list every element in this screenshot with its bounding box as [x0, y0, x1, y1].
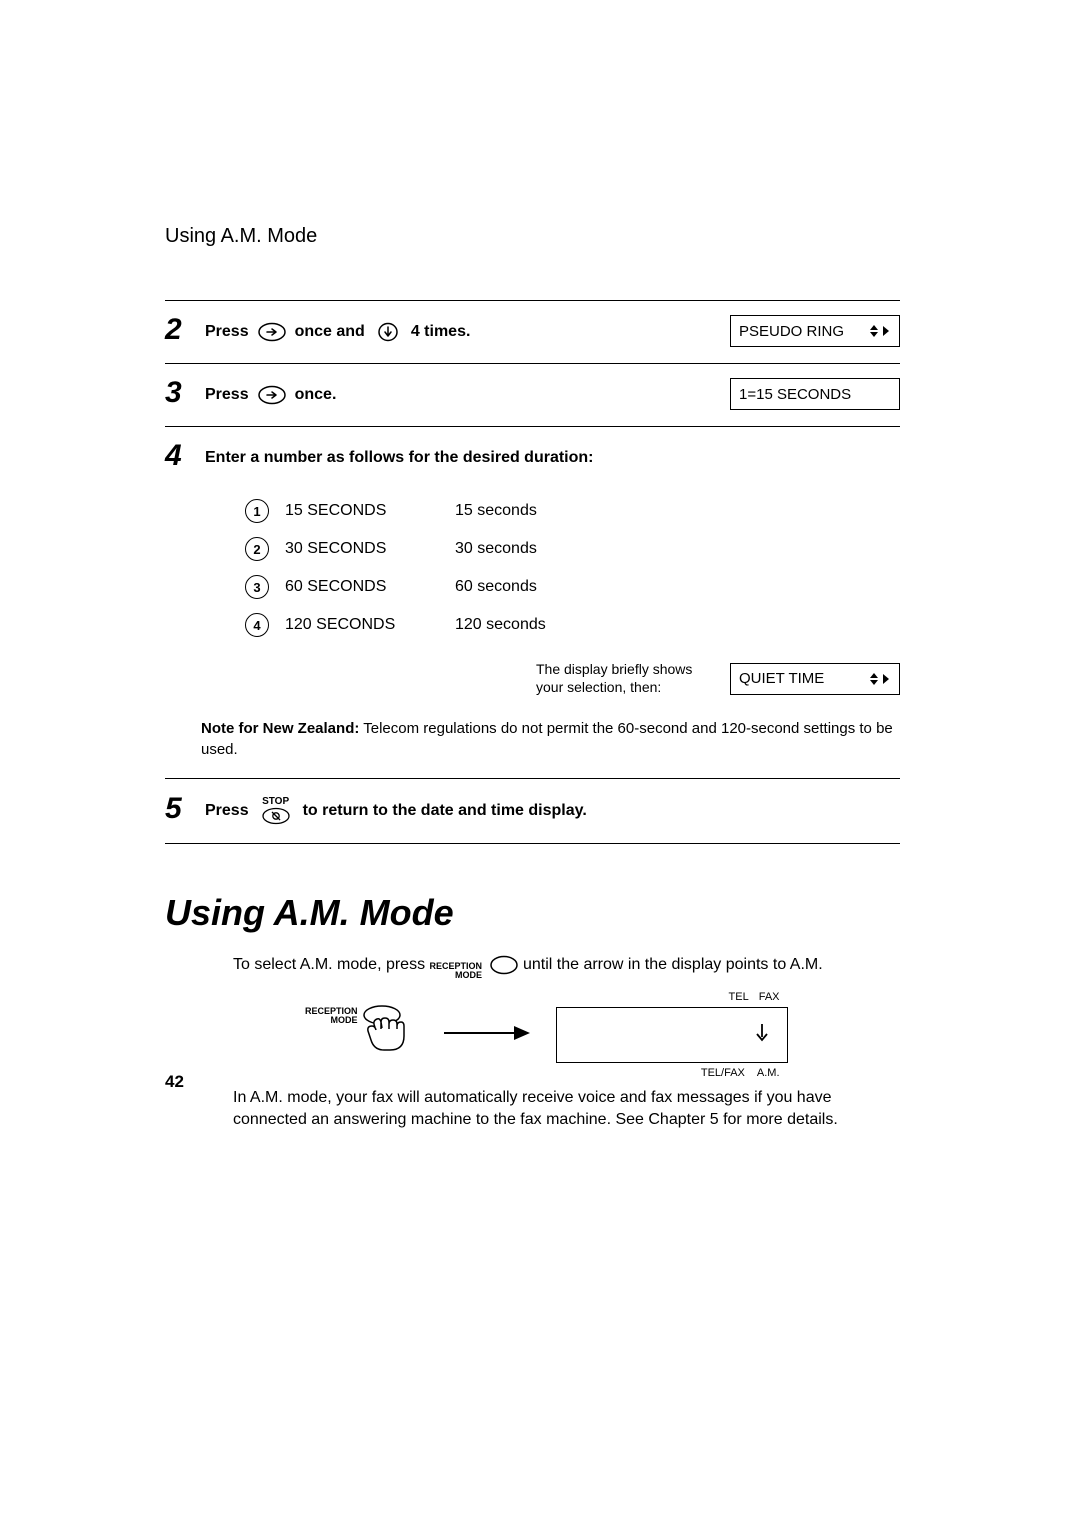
mode-diagram: RECEPTION MODE TEL FAX	[305, 1005, 900, 1065]
transition-note: The display briefly shows your selection…	[536, 661, 716, 696]
keypad-3-icon: 3	[245, 575, 269, 599]
keypad-1-icon: 1	[245, 499, 269, 523]
step-number: 4	[165, 441, 197, 471]
down-arrow-icon	[755, 1022, 769, 1048]
text: A.M.	[757, 1067, 780, 1079]
text: TEL	[729, 991, 749, 1003]
option-desc: 120 seconds	[455, 616, 605, 634]
lcd-display: 1=15 SECONDS	[730, 378, 900, 410]
right-arrow-button-icon	[257, 322, 287, 342]
text: once and	[295, 323, 365, 341]
right-arrow-button-icon	[257, 385, 287, 405]
lcd-display: PSEUDO RING	[730, 315, 900, 347]
duration-options: 1 15 SECONDS 15 seconds 2 30 SECONDS 30 …	[245, 499, 900, 637]
text: To select A.M. mode, press	[233, 956, 430, 973]
text: Press	[205, 802, 249, 820]
keypad-2-icon: 2	[245, 537, 269, 561]
lcd-bottom-labels: TEL/FAX A.M.	[701, 1067, 780, 1079]
step-number: 5	[165, 794, 197, 824]
lcd-text: QUIET TIME	[739, 670, 824, 687]
option-label: 120 SECONDS	[285, 616, 455, 634]
step-number: 2	[165, 315, 197, 345]
stop-label: STOP	[262, 797, 289, 807]
page-number: 42	[165, 1072, 184, 1092]
step-2: 2 Press once and 4 times. PSEUDO RING	[165, 300, 900, 363]
text: Enter a number as follows for the desire…	[205, 449, 594, 467]
text: MODE	[305, 1016, 358, 1025]
reception-mode-button-icon	[489, 955, 519, 975]
paragraph: To select A.M. mode, press RECEPTION MOD…	[233, 954, 900, 979]
text: to return to the date and time display.	[303, 802, 587, 820]
lcd-text: 1=15 SECONDS	[739, 386, 851, 403]
scroll-arrows-icon	[869, 324, 891, 338]
option-label: 60 SECONDS	[285, 578, 455, 596]
text: until the arrow in the display points to…	[523, 956, 823, 973]
reception-mode-label: RECEPTION MODE	[430, 962, 483, 979]
lcd-text: PSEUDO RING	[739, 323, 844, 340]
step-5: 5 Press STOP to return to the date and t…	[165, 778, 900, 844]
lcd-display: QUIET TIME	[730, 663, 900, 695]
text: MODE	[455, 971, 482, 980]
text: 4 times.	[411, 323, 471, 341]
option-desc: 30 seconds	[455, 540, 605, 558]
option-desc: 15 seconds	[455, 502, 605, 520]
text: TEL/FAX	[701, 1067, 745, 1079]
hand-press-icon: RECEPTION MODE	[305, 1005, 418, 1065]
nz-note-label: Note for New Zealand:	[201, 720, 359, 737]
option-label: 15 SECONDS	[285, 502, 455, 520]
nz-note: Note for New Zealand: Telecom regulation…	[201, 718, 900, 760]
section-title: Using A.M. Mode	[165, 892, 900, 934]
keypad-4-icon: 4	[245, 613, 269, 637]
lcd-display-large	[556, 1007, 788, 1063]
arrow-right-icon	[442, 1024, 532, 1047]
text: once.	[295, 386, 337, 404]
running-header: Using A.M. Mode	[165, 225, 900, 248]
text: Press	[205, 323, 249, 341]
down-arrow-button-icon	[373, 322, 403, 342]
text: FAX	[759, 991, 780, 1003]
stop-button-icon: STOP	[261, 797, 291, 825]
step-4: 4 Enter a number as follows for the desi…	[165, 426, 900, 778]
paragraph: In A.M. mode, your fax will automaticall…	[233, 1087, 900, 1132]
step-number: 3	[165, 378, 197, 408]
scroll-arrows-icon	[869, 672, 891, 686]
step-3: 3 Press once. 1=15 SECONDS	[165, 363, 900, 426]
option-desc: 60 seconds	[455, 578, 605, 596]
text: Press	[205, 386, 249, 404]
lcd-top-labels: TEL FAX	[729, 991, 780, 1003]
option-label: 30 SECONDS	[285, 540, 455, 558]
